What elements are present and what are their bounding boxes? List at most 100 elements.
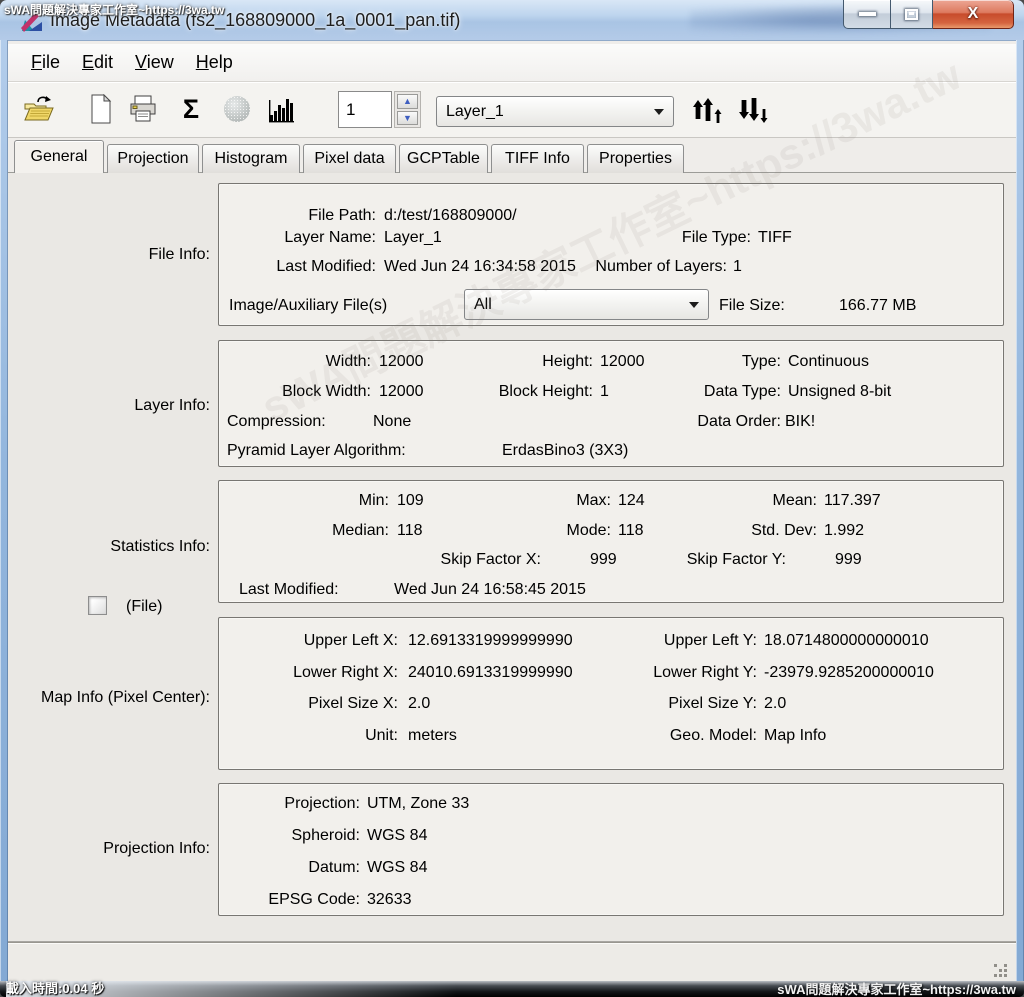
histogram-icon [266,94,296,124]
histogram-button[interactable] [264,92,298,126]
tab-properties[interactable]: Properties [587,144,684,173]
geo-model-value: Map Info [764,727,826,745]
menu-file[interactable]: File [20,52,71,73]
min-value: 109 [397,492,424,510]
watermark-load-time: 載入時間:0.04 秒 [6,978,104,997]
tab-gcptable[interactable]: GCPTable [399,144,488,173]
compression-value: None [373,413,411,431]
datum-value: WGS 84 [367,859,427,877]
disabled-tool-button [220,92,254,126]
sort-ascending-button[interactable] [690,94,724,128]
projection-info-groupbox: Projection: UTM, Zone 33 Spheroid: WGS 8… [218,783,1004,916]
window-controls: X [843,0,1014,30]
screen: Image Metadata (fs2_168809000_1a_0001_pa… [0,0,1024,997]
lower-right-x-value: 24010.6913319999990 [408,664,573,682]
data-type-value: Unsigned 8-bit [788,383,891,401]
pixel-size-x-label: Pixel Size X: [241,695,398,713]
window-frame-right [1016,40,1024,981]
print-button[interactable] [126,92,160,126]
pixel-size-y-value: 2.0 [764,695,786,713]
band-spinner-input[interactable]: 1 [338,91,392,128]
pixel-size-x-value: 2.0 [408,695,430,713]
lower-right-x-label: Lower Right X: [241,664,398,682]
spinner-down-icon: ▼ [403,113,412,123]
menu-view[interactable]: View [124,52,185,73]
projection-value: UTM, Zone 33 [367,795,469,813]
mode-value: 118 [618,522,644,540]
section-label-file-info: File Info: [8,246,210,264]
watermark-bottom-right: sWA問題解決專家工作室~https://3wa.tw [777,979,1016,997]
minimize-icon [859,12,876,16]
file-statistics-checkbox[interactable] [88,596,107,615]
skip-factor-x-value: 999 [590,551,617,569]
section-label-projection-info: Projection Info: [8,840,210,858]
statistics-info-groupbox: Min: 109 Max: 124 Mean: 117.397 Median: … [218,480,1004,603]
spinner-up-icon: ▲ [403,96,412,106]
pixel-size-y-label: Pixel Size Y: [591,695,757,713]
file-size-label: File Size: [719,297,785,315]
projection-label: Projection: [231,795,360,813]
tab-histogram[interactable]: Histogram [202,144,300,173]
type-value: Continuous [788,353,869,371]
number-of-layers-value: 1 [733,258,742,276]
tab-general[interactable]: General [14,140,104,173]
restore-button[interactable] [890,0,933,29]
mean-value: 117.397 [824,492,881,510]
status-bar [8,942,1016,981]
sort-descending-button[interactable] [736,94,770,128]
tab-projection[interactable]: Projection [107,144,199,173]
unit-value: meters [408,727,457,745]
mean-label: Mean: [661,492,817,510]
section-label-statistics-info: Statistics Info: [8,538,210,556]
menu-help[interactable]: Help [185,52,244,73]
upper-left-x-value: 12.6913319999999990 [408,632,573,650]
dropdown-arrow-icon [689,302,699,308]
layer-name-value: Layer_1 [384,229,442,247]
print-icon [128,94,158,124]
new-file-button[interactable] [84,92,118,126]
stats-last-modified-label: Last Modified: [239,581,339,599]
median-value: 118 [397,522,423,540]
block-width-value: 12000 [379,383,424,401]
aux-files-label: Image/Auxiliary File(s) [229,297,387,315]
window-frame-left [0,40,8,981]
dropdown-arrow-icon [654,109,664,115]
close-button[interactable]: X [933,0,1014,29]
disabled-sphere-icon [224,96,250,122]
layer-select-combo[interactable]: Layer_1 [436,96,674,127]
stats-last-modified-value: Wed Jun 24 16:58:45 2015 [394,581,586,599]
sort-descending-icon [737,97,769,125]
upper-left-y-label: Upper Left Y: [591,632,757,650]
minimize-button[interactable] [843,0,890,29]
open-file-icon [23,94,55,124]
tab-pixel-data[interactable]: Pixel data [303,144,396,173]
spinner-up-button[interactable]: ▲ [397,94,418,109]
open-file-button[interactable] [22,92,56,126]
resize-grip[interactable] [994,964,1010,980]
statistics-button[interactable]: Σ [174,92,208,126]
menu-bar: File Edit View Help [8,44,1016,82]
file-statistics-checkbox-label: (File) [126,598,162,616]
layer-name-label: Layer Name: [231,229,376,247]
spheroid-value: WGS 84 [367,827,427,845]
epsg-code-label: EPSG Code: [231,891,360,909]
spheroid-label: Spheroid: [231,827,360,845]
tab-tiff-info[interactable]: TIFF Info [491,144,584,173]
watermark-top: sWA問題解決專家工作室~https://3wa.tw [4,1,224,18]
epsg-code-value: 32633 [367,891,412,909]
data-order-value: BIK! [785,413,815,431]
file-size-value: 166.77 MB [839,297,916,315]
layer-select-combo-value: Layer_1 [446,103,504,121]
lower-right-y-value: -23979.9285200000010 [764,664,934,682]
type-label: Type: [641,353,781,371]
data-order-label: Data Order: [641,413,781,431]
tab-bar: General Projection Histogram Pixel data … [14,140,684,173]
pyramid-algorithm-label: Pyramid Layer Algorithm: [227,442,406,460]
menu-edit[interactable]: Edit [71,52,124,73]
max-label: Max: [461,492,611,510]
std-dev-value: 1.992 [824,522,864,540]
spinner-down-button[interactable]: ▼ [397,111,418,126]
file-path-label: File Path: [231,207,376,225]
unit-label: Unit: [241,727,398,745]
geo-model-label: Geo. Model: [591,727,757,745]
